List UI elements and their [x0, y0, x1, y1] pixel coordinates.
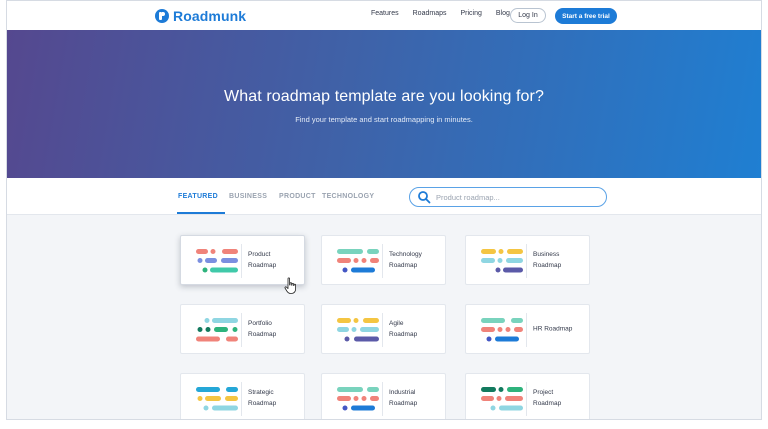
- tab-product[interactable]: PRODUCT: [279, 193, 316, 200]
- card-label: Project Roadmap: [533, 387, 588, 409]
- technology-roadmap-icon: [337, 249, 379, 273]
- card-label: Product Roadmap: [248, 249, 303, 271]
- project-roadmap-icon: [481, 387, 523, 411]
- card-title-line2: Roadmap: [248, 262, 277, 269]
- nav-link-roadmaps[interactable]: Roadmaps: [413, 10, 447, 17]
- card-divider: [241, 244, 242, 278]
- card-title-line2: Roadmap: [389, 331, 418, 338]
- product-roadmap-icon: [196, 249, 238, 273]
- template-grid: Product Roadmap Technology Roadmap Busin…: [7, 215, 761, 419]
- template-card-industrial[interactable]: Industrial Roadmap: [321, 373, 446, 419]
- card-title-line1: Industrial: [389, 389, 416, 396]
- card-title-line1: Portfolio: [248, 320, 272, 327]
- search-box[interactable]: [409, 187, 607, 207]
- card-title-line1: HR Roadmap: [533, 325, 573, 333]
- nav-link-pricing[interactable]: Pricing: [460, 10, 481, 17]
- tab-featured[interactable]: FEATURED: [178, 193, 218, 200]
- hero-subtitle: Find your template and start roadmapping…: [295, 115, 473, 124]
- hr-roadmap-icon: [481, 318, 523, 342]
- hero-banner: What roadmap template are you looking fo…: [7, 30, 761, 178]
- nav-links: Features Roadmaps Pricing Blog: [371, 10, 510, 17]
- tab-technology[interactable]: TECHNOLOGY: [322, 193, 374, 200]
- category-tabs-bar: FEATURED BUSINESS PRODUCT TECHNOLOGY: [7, 178, 761, 215]
- card-title-line1: Technology: [389, 251, 422, 258]
- card-title-line2: Roadmap: [389, 262, 418, 269]
- login-button[interactable]: Log In: [510, 8, 546, 23]
- search-icon: [418, 191, 431, 204]
- card-divider: [382, 382, 383, 416]
- card-divider: [382, 313, 383, 347]
- business-roadmap-icon: [481, 249, 523, 273]
- card-title-line2: Roadmap: [533, 400, 562, 407]
- card-label: Agile Roadmap: [389, 318, 444, 340]
- hand-pointer-cursor-icon: [284, 277, 296, 294]
- card-label: Industrial Roadmap: [389, 387, 444, 409]
- tab-business[interactable]: BUSINESS: [229, 193, 267, 200]
- brand-logo[interactable]: Roadmunk: [155, 8, 246, 24]
- template-card-strategic[interactable]: Strategic Roadmap: [180, 373, 305, 419]
- card-title-line1: Project: [533, 389, 554, 396]
- card-label: Business Roadmap: [533, 249, 588, 271]
- card-divider: [382, 244, 383, 278]
- nav-link-features[interactable]: Features: [371, 10, 399, 17]
- card-label: HR Roadmap: [533, 324, 588, 335]
- card-title-line2: Roadmap: [248, 400, 277, 407]
- roadmunk-logo-icon: [155, 9, 169, 23]
- card-label: Strategic Roadmap: [248, 387, 303, 409]
- card-title-line2: Roadmap: [389, 400, 418, 407]
- strategic-roadmap-icon: [196, 387, 238, 411]
- template-card-project[interactable]: Project Roadmap: [465, 373, 590, 419]
- agile-roadmap-icon: [337, 318, 379, 342]
- brand-name: Roadmunk: [173, 8, 247, 24]
- card-title-line2: Roadmap: [533, 262, 562, 269]
- card-title-line1: Agile: [389, 320, 404, 327]
- card-divider: [526, 313, 527, 347]
- search-input[interactable]: [436, 192, 596, 202]
- nav-link-blog[interactable]: Blog: [496, 10, 510, 17]
- portfolio-roadmap-icon: [196, 318, 238, 342]
- template-card-portfolio[interactable]: Portfolio Roadmap: [180, 304, 305, 354]
- start-free-trial-button[interactable]: Start a free trial: [555, 8, 617, 24]
- card-divider: [526, 382, 527, 416]
- card-divider: [241, 382, 242, 416]
- industrial-roadmap-icon: [337, 387, 379, 411]
- card-divider: [526, 244, 527, 278]
- top-navigation: Roadmunk Features Roadmaps Pricing Blog …: [7, 1, 761, 30]
- card-label: Technology Roadmap: [389, 249, 444, 271]
- browser-viewport: Roadmunk Features Roadmaps Pricing Blog …: [6, 0, 762, 420]
- template-card-business[interactable]: Business Roadmap: [465, 235, 590, 285]
- card-divider: [241, 313, 242, 347]
- card-label: Portfolio Roadmap: [248, 318, 303, 340]
- card-title-line1: Product: [248, 251, 271, 258]
- template-card-agile[interactable]: Agile Roadmap: [321, 304, 446, 354]
- template-card-technology[interactable]: Technology Roadmap: [321, 235, 446, 285]
- card-title-line1: Strategic: [248, 389, 274, 396]
- hero-title: What roadmap template are you looking fo…: [224, 88, 544, 105]
- card-title-line1: Business: [533, 251, 560, 258]
- card-title-line2: Roadmap: [248, 331, 277, 338]
- active-tab-indicator: [177, 212, 225, 214]
- template-card-hr[interactable]: HR Roadmap: [465, 304, 590, 354]
